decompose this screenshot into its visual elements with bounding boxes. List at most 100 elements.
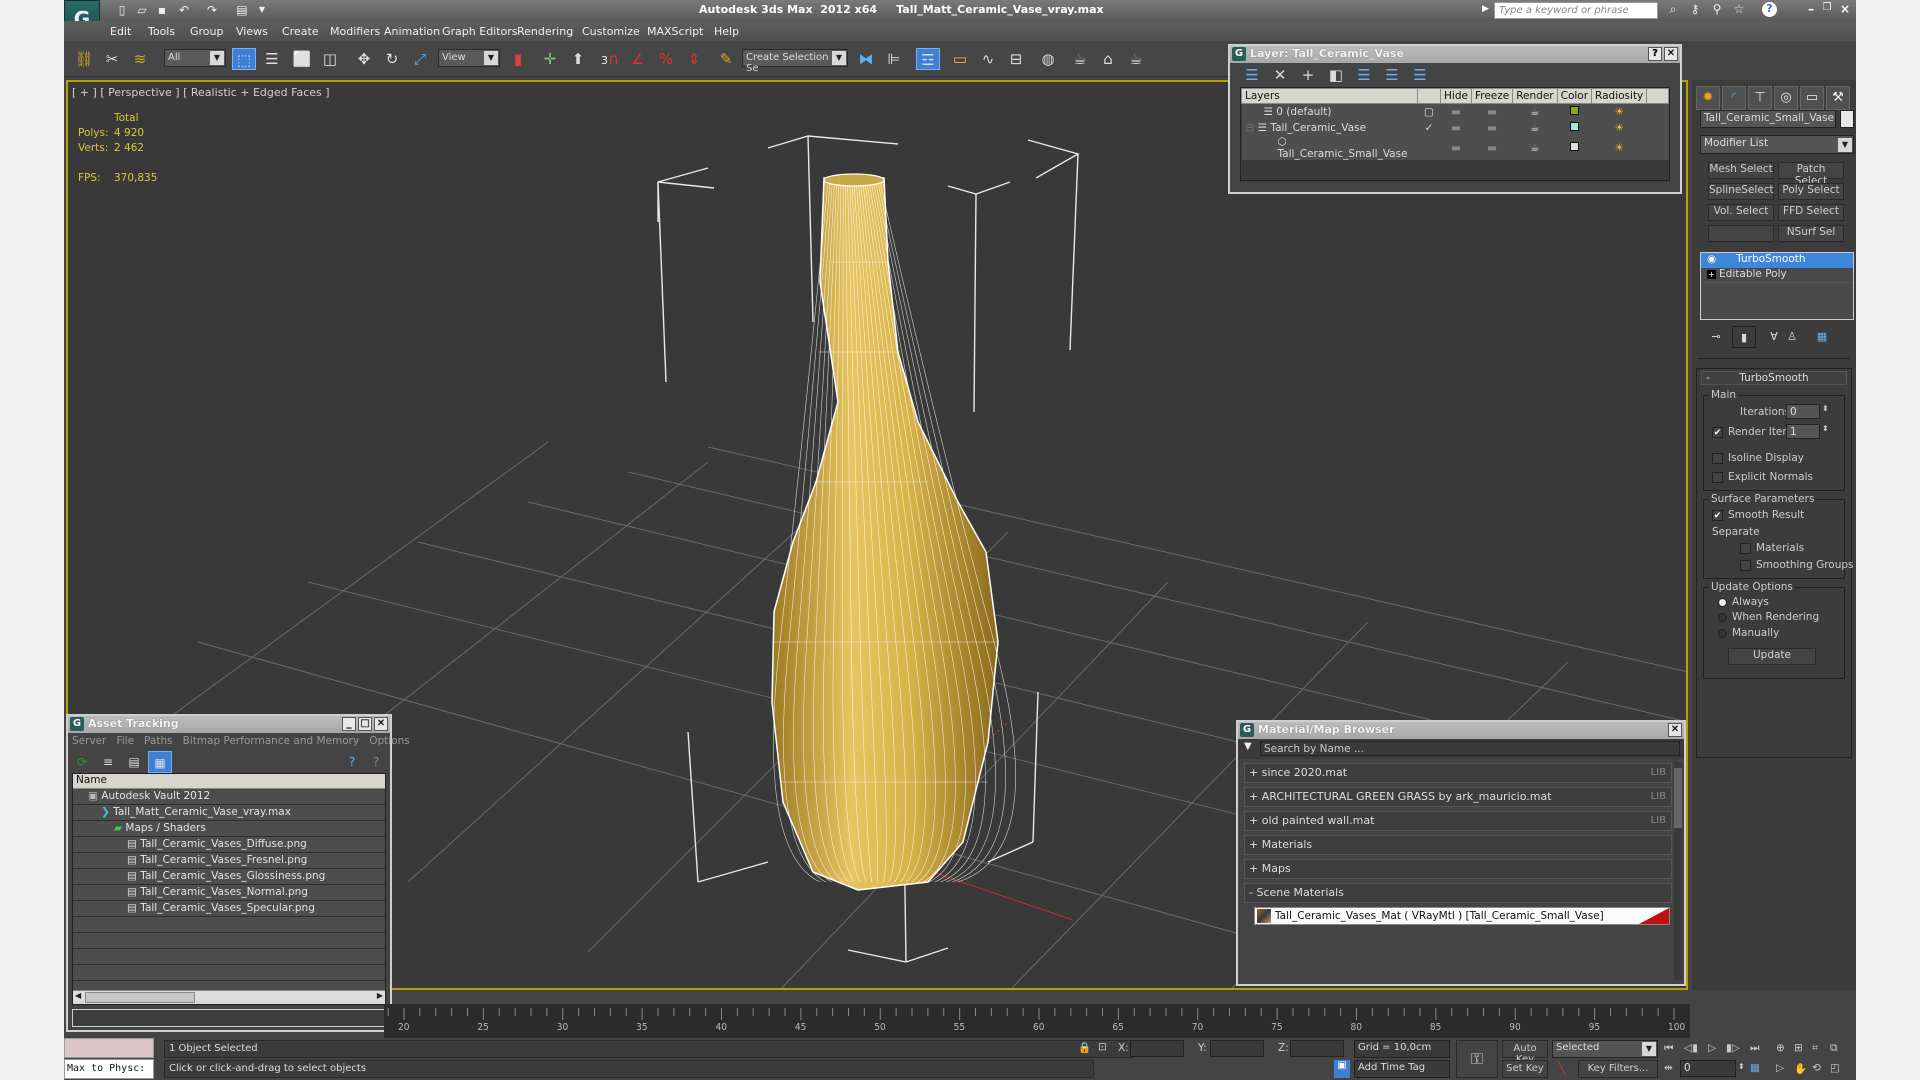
select-manipulate-icon[interactable]: ✛ xyxy=(538,48,562,70)
default-in-out-tangent-icon[interactable]: ╲ xyxy=(1558,1061,1565,1075)
maximize-button[interactable]: □ xyxy=(358,717,372,731)
time-tag-icon[interactable]: ▣ xyxy=(1334,1060,1350,1078)
favorites-star-icon[interactable]: ☆ xyxy=(1730,2,1748,18)
current-frame-input[interactable]: 0 xyxy=(1680,1060,1736,1077)
infocenter-search-input[interactable]: Type a keyword or phrase xyxy=(1494,2,1658,19)
create-layer-icon[interactable]: ☰ xyxy=(1240,64,1264,86)
configure-modifier-sets-icon[interactable]: ▦ xyxy=(1810,326,1834,348)
isoline-display-checkbox[interactable] xyxy=(1712,453,1723,464)
column-color[interactable]: Color xyxy=(1556,88,1593,104)
layer-manager-icon[interactable]: ☲ xyxy=(916,48,940,70)
mirror-icon[interactable]: ⧓ xyxy=(854,48,878,70)
material-browser-titlebar[interactable]: G Material/Map Browser ✕ xyxy=(1238,722,1684,739)
asset-row[interactable]: ▣ Autodesk Vault 2012 xyxy=(73,789,385,805)
radiosity-icon[interactable]: ☀ xyxy=(1592,104,1647,120)
angle-snap-icon[interactable]: ∠ xyxy=(626,48,650,70)
hide-toggle[interactable]: ▬ xyxy=(1441,136,1472,160)
utilities-tab-icon[interactable]: ⚒ xyxy=(1826,86,1850,110)
render-toggle-icon[interactable]: ☕ xyxy=(1513,120,1557,136)
explicit-normals-checkbox[interactable] xyxy=(1712,472,1723,483)
render-toggle-icon[interactable]: ☕ xyxy=(1513,104,1557,120)
menu-paths[interactable]: Paths xyxy=(144,735,173,747)
create-tab-icon[interactable]: ✹ xyxy=(1696,86,1720,110)
select-and-move-icon[interactable]: ✥ xyxy=(352,48,376,70)
lock-selection-icon[interactable]: 🔒 xyxy=(1078,1041,1091,1054)
asset-list-header[interactable]: Name xyxy=(73,774,385,789)
freeze-unfreeze-all-layers-icon[interactable]: ☰ xyxy=(1408,64,1432,86)
previous-frame-icon[interactable]: ◁▮ xyxy=(1684,1042,1698,1054)
zoom-icon[interactable]: ⊕ xyxy=(1776,1042,1785,1054)
set-keys-key-icon[interactable]: ⚿ xyxy=(1456,1040,1498,1078)
scroll-left-icon[interactable]: ◀ xyxy=(75,991,81,1000)
hierarchy-tab-icon[interactable]: ⊤ xyxy=(1748,86,1772,110)
new-file-icon[interactable]: ▯ xyxy=(114,2,130,18)
pin-stack-icon[interactable]: ⊸ xyxy=(1704,326,1728,348)
auto-key-button[interactable]: Auto Key xyxy=(1502,1040,1548,1065)
freeze-toggle[interactable]: ▬ xyxy=(1471,120,1512,136)
rectangular-selection-icon[interactable]: ⬜ xyxy=(290,48,314,70)
play-icon[interactable]: ▷ xyxy=(1708,1042,1716,1054)
ffd-select-button[interactable]: FFD Select xyxy=(1778,204,1844,221)
maps-group[interactable]: + Maps xyxy=(1244,859,1672,879)
close-button[interactable]: ✕ xyxy=(374,717,388,731)
snaps-toggle-icon[interactable]: 3∩ xyxy=(598,48,622,70)
time-slider-trackbar[interactable]: 20 25 30 35 40 45 50 55 60 65 70 75 80 85 90 95 100 xyxy=(384,1004,1690,1038)
radiosity-icon[interactable]: ☀ xyxy=(1592,136,1647,160)
modifier-list-dropdown[interactable]: Modifier List ▼ xyxy=(1700,135,1854,154)
orbit-icon[interactable]: ⟲ xyxy=(1812,1062,1821,1074)
mesh-select-button[interactable]: Mesh Select xyxy=(1708,162,1774,179)
always-radio[interactable] xyxy=(1718,598,1727,607)
hide-unhide-all-layers-icon[interactable]: ☰ xyxy=(1380,64,1404,86)
vertical-scrollbar[interactable] xyxy=(1674,762,1682,980)
light-bulb-icon[interactable]: ◉ xyxy=(1707,253,1716,265)
refresh-icon[interactable]: ⟳ xyxy=(70,751,94,773)
library-group[interactable]: + since 2020.mat LIB xyxy=(1244,763,1672,783)
tree-view-icon[interactable]: ▤ xyxy=(122,751,146,773)
time-configuration-icon[interactable]: ▦ xyxy=(1750,1062,1760,1074)
asset-tracking-titlebar[interactable]: G Asset Tracking _ □ ✕ xyxy=(68,716,390,733)
frame-spinner[interactable]: ⬍ xyxy=(1738,1062,1745,1071)
object-name-input[interactable]: Tall_Ceramic_Small_Vase xyxy=(1700,110,1836,128)
collapse-icon[interactable]: ⊟ xyxy=(1246,122,1258,134)
update-button[interactable]: Update xyxy=(1728,648,1816,665)
library-group[interactable]: + ARCHITECTURAL GREEN GRASS by ark_mauri… xyxy=(1244,787,1672,807)
asset-row[interactable]: ▰ Maps / Shaders xyxy=(73,821,385,837)
menu-rendering[interactable]: Rendering xyxy=(517,25,573,38)
render-iters-spinner[interactable]: ⬍ xyxy=(1822,424,1829,433)
when-rendering-radio[interactable] xyxy=(1718,613,1727,622)
asset-row[interactable]: ▤ Tall_Ceramic_Vases_Normal.png xyxy=(73,885,385,901)
scene-explorer-icon[interactable]: ▭ xyxy=(948,48,972,70)
stack-item-turbosmooth[interactable]: ◉ TurboSmooth xyxy=(1701,253,1853,268)
keyboard-shortcut-override-icon[interactable]: ⬆ xyxy=(566,48,590,70)
spline-select-button[interactable]: SplineSelect xyxy=(1708,183,1774,200)
column-render[interactable]: Render xyxy=(1512,88,1558,104)
window-crossing-icon[interactable]: ◫ xyxy=(318,48,342,70)
edit-named-selection-icon[interactable]: ✎ xyxy=(714,48,738,70)
list-view-icon[interactable]: ≡ xyxy=(96,751,120,773)
unlink-icon[interactable]: ✂ xyxy=(100,48,124,70)
select-objects-in-layer-icon[interactable]: ◧ xyxy=(1324,64,1348,86)
expand-icon[interactable]: + xyxy=(1707,270,1716,279)
schematic-view-icon[interactable]: ⊟ xyxy=(1004,48,1028,70)
layer-row[interactable]: ☰ 0 (default) ▢ ▬ ▬ ☕ ☀ xyxy=(1241,103,1669,120)
search-by-name-input[interactable]: Search by Name ... xyxy=(1260,741,1680,756)
zoom-extents-icon[interactable]: ⌗ xyxy=(1812,1042,1818,1055)
layer-color-swatch[interactable] xyxy=(1569,105,1579,115)
pan-view-icon[interactable]: ✋ xyxy=(1794,1062,1807,1075)
render-iters-input[interactable]: 1 xyxy=(1786,424,1820,439)
object-color-swatch[interactable] xyxy=(1840,110,1854,128)
curve-editor-icon[interactable]: ∿ xyxy=(976,48,1000,70)
menu-options[interactable]: Options xyxy=(369,735,410,747)
library-group[interactable]: + old painted wall.mat LIB xyxy=(1244,811,1672,831)
delete-layer-icon[interactable]: ✕ xyxy=(1268,64,1292,86)
align-icon[interactable]: ⊫ xyxy=(882,48,906,70)
key-mode-dropdown[interactable]: Selected ▼ xyxy=(1552,1040,1658,1058)
named-selection-sets-dropdown[interactable]: Create Selection Se ▼ xyxy=(742,49,848,74)
maxscript-input[interactable]: Max to Physc: xyxy=(64,1059,154,1079)
expand-search-icon[interactable]: ▶ xyxy=(1482,4,1489,14)
smoothing-groups-checkbox[interactable] xyxy=(1740,560,1751,571)
menu-animation[interactable]: Animation xyxy=(384,25,440,38)
nsurf-sel-button[interactable]: NSurf Sel xyxy=(1778,225,1844,242)
min-max-toggle-icon[interactable]: ◰ xyxy=(1830,1062,1840,1074)
menu-modifiers[interactable]: Modifiers xyxy=(330,25,380,38)
